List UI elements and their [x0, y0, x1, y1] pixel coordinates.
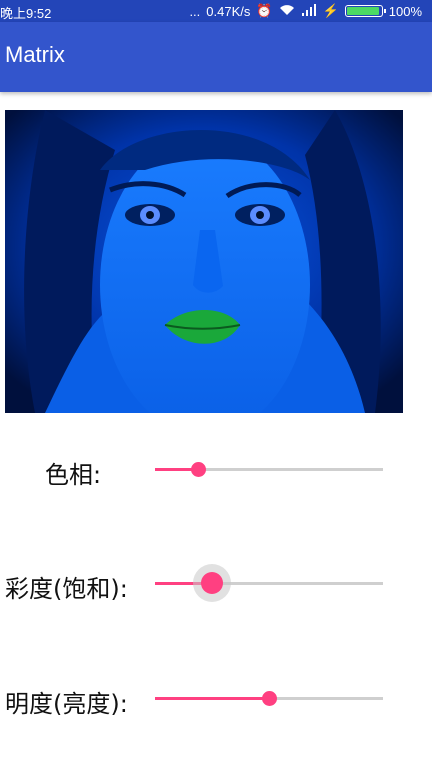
notification-dots-icon: ... [189, 3, 201, 19]
charging-icon: ⚡ [322, 3, 339, 18]
saturation-slider-thumb[interactable] [201, 572, 223, 594]
wifi-icon [279, 4, 295, 19]
battery-percent: 100% [388, 3, 422, 19]
signal-icon [301, 3, 317, 19]
app-title: Matrix [5, 42, 65, 67]
status-indicators: ... 0.47K/s ⏰ ⚡ 100% [189, 3, 422, 19]
app-bar: Matrix [0, 22, 432, 92]
hue-slider[interactable] [155, 454, 383, 484]
brightness-slider-fill [155, 697, 269, 700]
battery-icon [344, 5, 386, 17]
hue-label: 色相: [45, 461, 102, 489]
brightness-slider-thumb[interactable] [262, 691, 277, 706]
hue-slider-thumb[interactable] [191, 462, 207, 477]
network-speed: 0.47K/s [206, 3, 251, 19]
saturation-slider[interactable] [155, 568, 383, 598]
status-time: 晚上9:52 [0, 6, 52, 21]
alarm-clock-icon: ⏰ [256, 3, 273, 18]
saturation-label: 彩度(饱和): [5, 575, 128, 603]
status-bar: 晚上9:52 ... 0.47K/s ⏰ ⚡ 100% [0, 0, 432, 22]
brightness-slider[interactable] [155, 683, 383, 713]
filtered-photo [5, 110, 403, 413]
brightness-label: 明度(亮度): [5, 690, 128, 718]
